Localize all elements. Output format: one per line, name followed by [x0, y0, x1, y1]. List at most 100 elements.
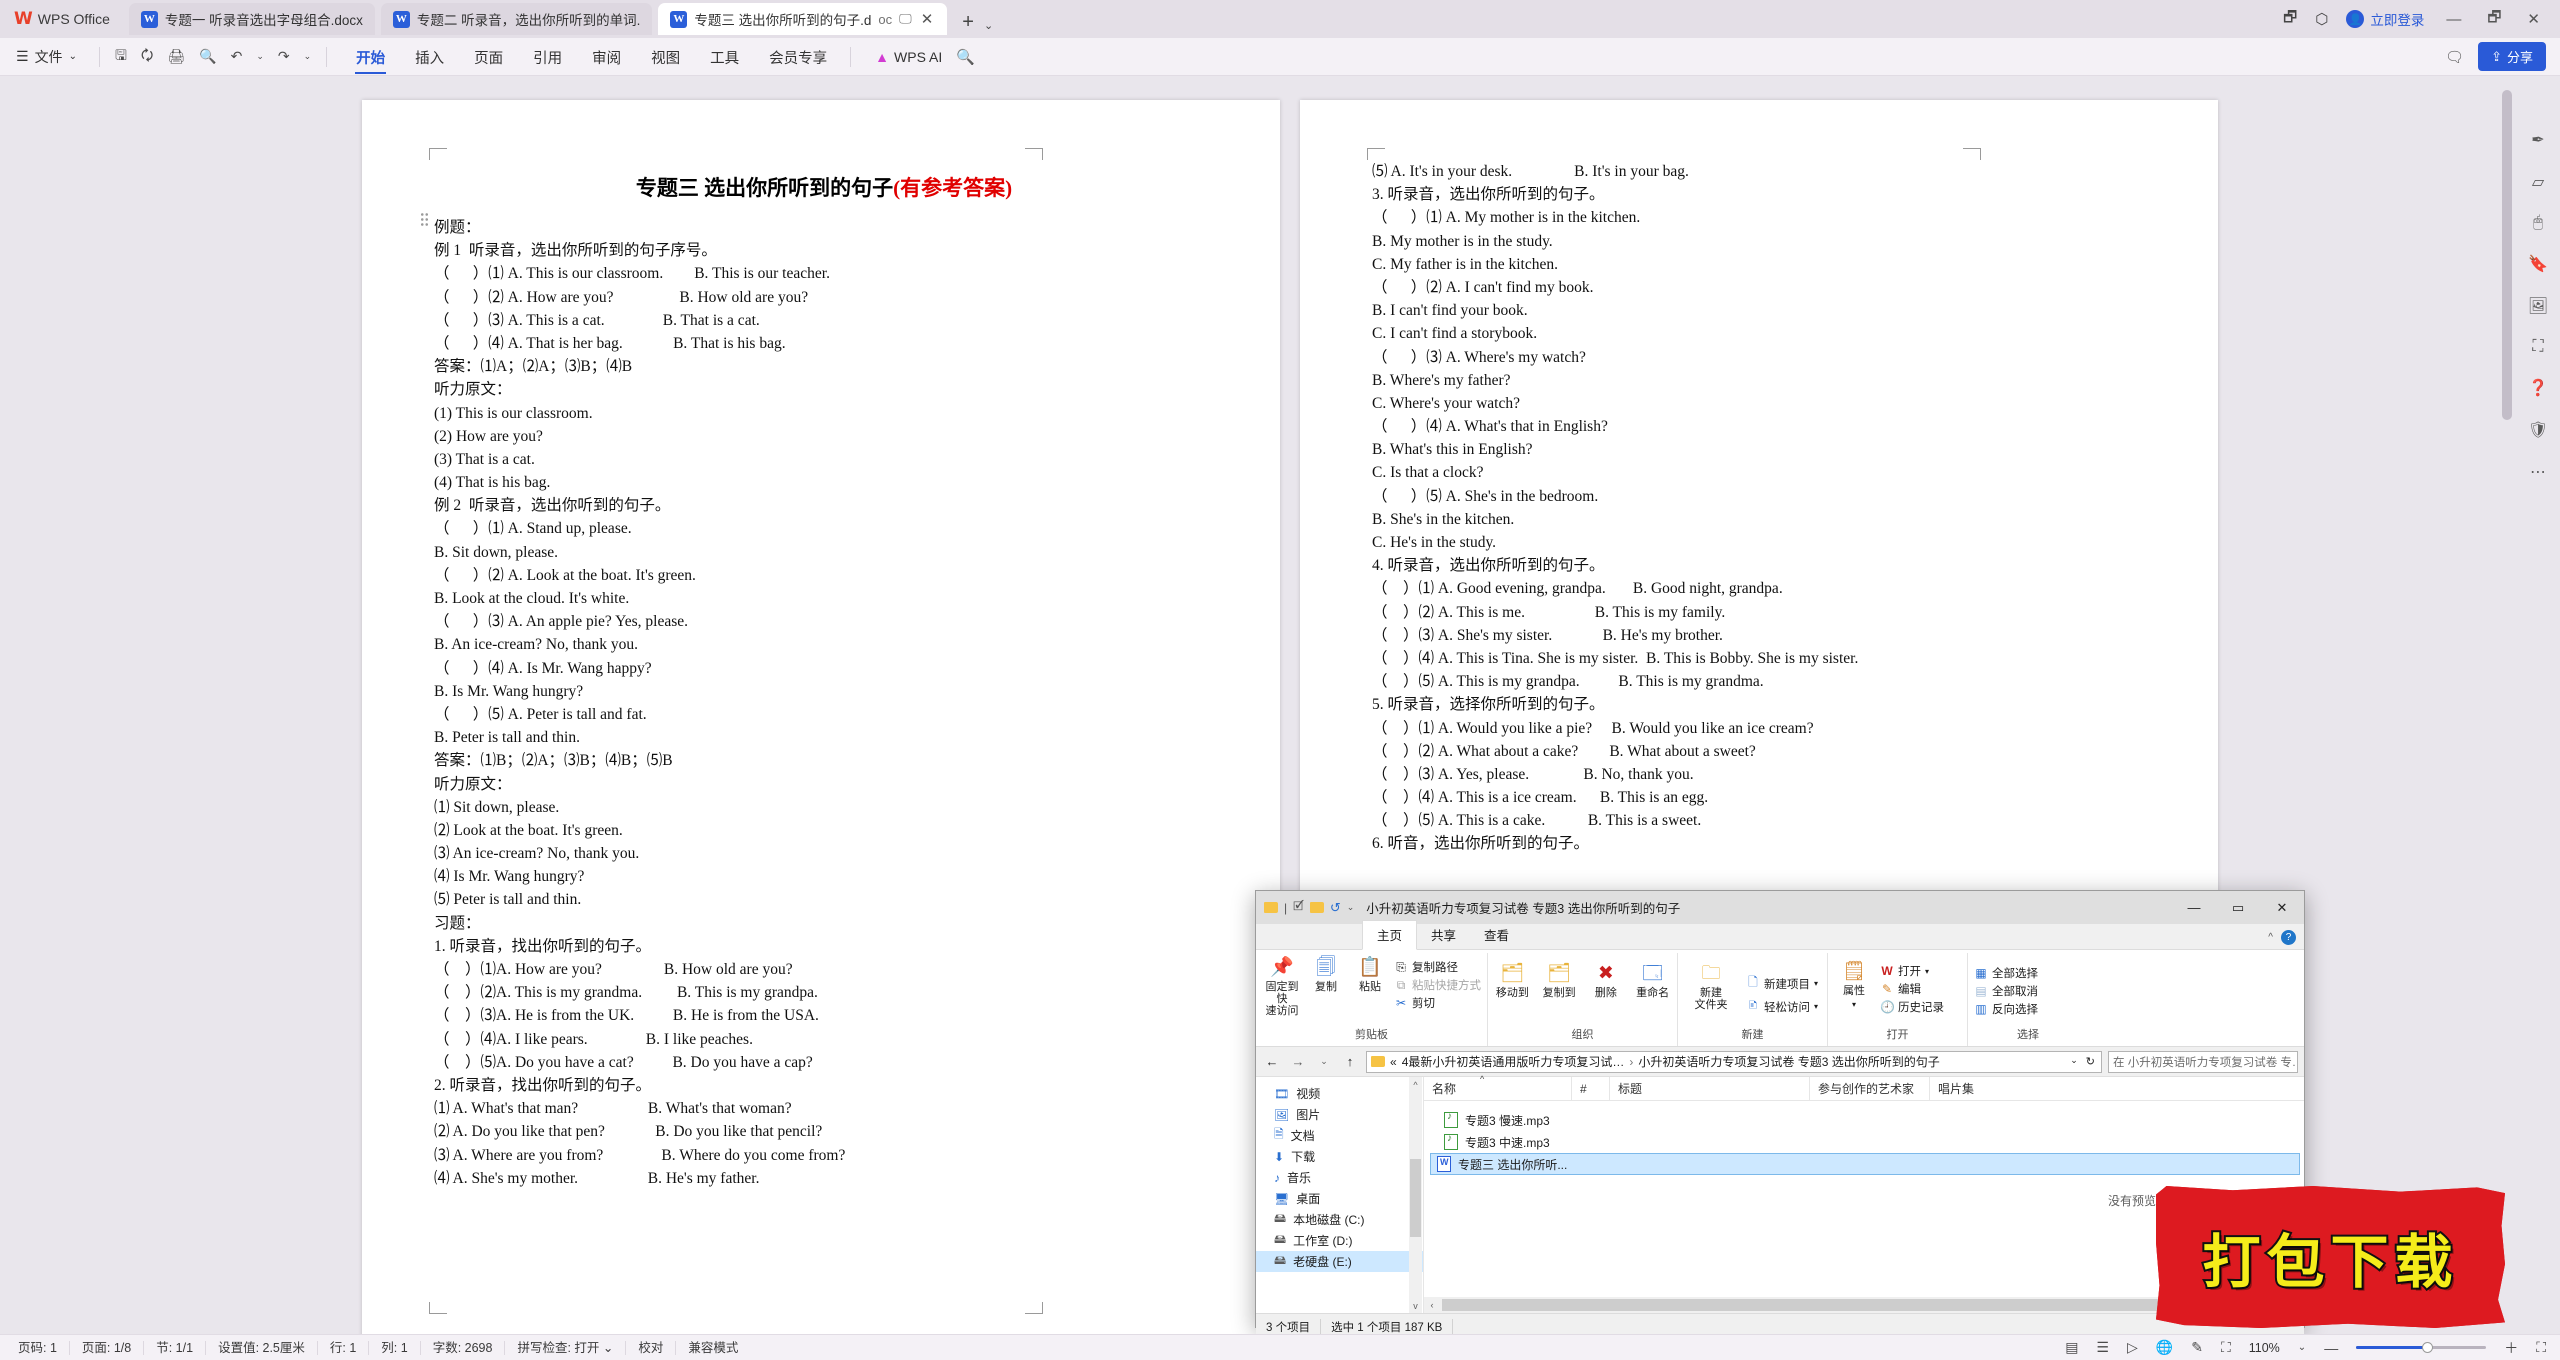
copy-window-icon[interactable]: 🗗	[2283, 7, 2297, 32]
explorer-tab-view[interactable]: 查看	[1470, 921, 1523, 949]
close-icon[interactable]: ✕	[2260, 892, 2304, 924]
paste-button[interactable]: 📋 粘贴	[1350, 957, 1390, 993]
nav-item-documents[interactable]: 🗎 文档	[1256, 1125, 1423, 1146]
status-page-count[interactable]: 页面: 1/8	[70, 1340, 145, 1355]
edit-button[interactable]: ✎ 编辑	[1880, 981, 1944, 997]
column-header-name[interactable]: 名称 ^	[1424, 1074, 1572, 1100]
refresh-icon[interactable]: ↻	[2086, 1055, 2095, 1068]
eraser-icon[interactable]: ▱	[2532, 172, 2544, 192]
maximize-icon[interactable]: ▭	[2216, 892, 2260, 924]
collapse-ribbon-icon[interactable]: ^	[2268, 932, 2273, 943]
minimize-icon[interactable]: —	[2172, 892, 2216, 924]
forward-icon[interactable]: →	[1288, 1054, 1308, 1069]
column-header-title[interactable]: 标题	[1610, 1077, 1810, 1100]
page-layout-icon[interactable]: ▤	[2065, 1339, 2078, 1356]
new-tab-button[interactable]: +	[950, 11, 984, 38]
file-row-selected[interactable]: 专题三 选出你所听...	[1430, 1153, 2300, 1175]
document-tab-1[interactable]: W 专题一 听录音选出字母组合.docx	[128, 3, 375, 35]
document-body-left[interactable]: 例题： 例 1 听录音，选出你所听到的句子序号。 （ ）⑴ A. This is o…	[434, 216, 1214, 1190]
shield-icon[interactable]: 🛡	[2528, 420, 2548, 440]
fullscreen-icon[interactable]: ⛶	[2536, 1339, 2546, 1356]
status-compat-mode[interactable]: 兼容模式	[676, 1341, 750, 1355]
search-icon[interactable]: 🔍	[942, 48, 975, 66]
maximize-icon[interactable]: 🗗	[2483, 7, 2505, 32]
search-input[interactable]: 在 小升初英语听力专项复习试卷 专… 🔎	[2108, 1050, 2298, 1073]
up-icon[interactable]: ↑	[1340, 1054, 1360, 1069]
login-button[interactable]: 👤 立即登录	[2346, 9, 2424, 29]
new-item-button[interactable]: 🗋 新建项目 ▾	[1746, 973, 1818, 994]
scrollbar-thumb[interactable]	[2502, 90, 2512, 420]
move-to-button[interactable]: 🗂 移动到	[1494, 963, 1531, 999]
breadcrumb-2[interactable]: 小升初英语听力专项复习试卷 专题3 选出你所听到的句子	[1638, 1053, 1939, 1070]
scrollbar-thumb[interactable]	[1410, 1159, 1421, 1237]
explorer-navigation-pane[interactable]: 🎞 视频 🖼 图片 🗎 文档 ⬇ 下载 ♪ 音乐 🖥 桌面 🖴 本地磁盘 (C:) 🖴 工作室 …	[1256, 1077, 1424, 1313]
reading-view-icon[interactable]: ▷	[2127, 1339, 2138, 1356]
paragraph-drag-handle[interactable]	[420, 212, 429, 227]
print-icon[interactable]: 🖨	[160, 48, 192, 65]
chevron-down-icon[interactable]: ⌄	[984, 19, 1001, 38]
monitor-icon[interactable]: 🖵	[899, 11, 912, 27]
properties-button[interactable]: 🗒 属性 ▾	[1834, 961, 1874, 1011]
ribbon-tab-start[interactable]: 开始	[341, 40, 400, 74]
nav-item-drive-c[interactable]: 🖴 本地磁盘 (C:)	[1256, 1209, 1423, 1230]
history-button[interactable]: 🕘 历史记录	[1880, 999, 1944, 1015]
file-menu-button[interactable]: ☰ 文件 ⌄	[0, 47, 91, 67]
ribbon-tab-review[interactable]: 审阅	[577, 40, 636, 74]
copy-button[interactable]: 🗐 复制	[1306, 957, 1346, 993]
status-column[interactable]: 列: 1	[369, 1340, 421, 1355]
scroll-left-icon[interactable]: ‹	[1424, 1300, 1440, 1310]
ribbon-tab-tools[interactable]: 工具	[695, 40, 754, 74]
new-folder-button[interactable]: 🗀 新建 文件夹	[1684, 963, 1738, 1011]
chevron-down-icon[interactable]: ▾	[1814, 1002, 1818, 1011]
scroll-down-icon[interactable]: v	[1409, 1298, 1422, 1313]
nav-item-music[interactable]: ♪ 音乐	[1256, 1167, 1423, 1188]
address-input[interactable]: « 4最新小升初英语通用版听力专项复习试… › 小升初英语听力专项复习试卷 专题…	[1366, 1050, 2102, 1073]
column-header-artist[interactable]: 参与创作的艺术家	[1810, 1077, 1930, 1100]
open-button[interactable]: W 打开 ▾	[1880, 963, 1944, 979]
status-setting-value[interactable]: 设置值: 2.5厘米	[206, 1340, 318, 1355]
zoom-out-icon[interactable]: —	[2324, 1340, 2338, 1356]
ink-pen-icon[interactable]: ✎	[2191, 1339, 2203, 1356]
rename-button[interactable]: 🗔 重命名	[1634, 963, 1671, 999]
status-word-count[interactable]: 字数: 2698	[421, 1340, 506, 1355]
nav-item-video[interactable]: 🎞 视频	[1256, 1083, 1423, 1104]
pin-to-quick-access-button[interactable]: 📌 固定到快 速访问	[1262, 957, 1302, 1017]
nav-item-drive-e[interactable]: 🖴 老硬盘 (E:)	[1256, 1251, 1423, 1272]
scroll-up-icon[interactable]: ^	[1409, 1077, 1422, 1092]
outline-view-icon[interactable]: ☰	[2096, 1339, 2109, 1356]
web-layout-icon[interactable]: 🌐	[2156, 1339, 2173, 1356]
select-all-button[interactable]: ▦ 全部选择	[1974, 965, 2038, 981]
column-header-track[interactable]: #	[1572, 1077, 1610, 1100]
breadcrumb-1[interactable]: 4最新小升初英语通用版听力专项复习试…	[1402, 1053, 1625, 1070]
ribbon-tab-page[interactable]: 页面	[459, 40, 518, 74]
ribbon-tab-view[interactable]: 视图	[636, 40, 695, 74]
quickbar-more-icon[interactable]: ⌄	[297, 51, 319, 62]
easy-access-button[interactable]: 🗈 轻松访问 ▾	[1746, 996, 1818, 1017]
copy-path-button[interactable]: ⎘ 复制路径	[1394, 959, 1481, 975]
minimize-icon[interactable]: —	[2442, 11, 2465, 28]
nav-item-drive-d[interactable]: 🖴 工作室 (D:)	[1256, 1230, 1423, 1251]
status-page-number[interactable]: 页码: 1	[0, 1340, 70, 1355]
undo-dropdown-icon[interactable]: ⌄	[249, 51, 271, 62]
chevron-down-icon[interactable]: ▾	[1814, 979, 1818, 988]
nav-scrollbar[interactable]: ^ v	[1409, 1077, 1422, 1313]
undo-quick-icon[interactable]: ↺	[1330, 900, 1341, 916]
print-preview-icon[interactable]: 🔍	[192, 48, 223, 65]
document-page-left[interactable]: 专题三 选出你所听到的句子(有参考答案) 例题： 例 1 听录音，选出你所听到的句…	[362, 100, 1280, 1360]
more-icon[interactable]: ⋯	[2530, 462, 2546, 482]
pen-icon[interactable]: ✒	[2531, 130, 2544, 150]
zoom-dropdown-icon[interactable]: ⌄	[2298, 1342, 2306, 1353]
document-body-right[interactable]: ⑸ A. It's in your desk. B. It's in your …	[1372, 160, 2172, 856]
zoom-knob[interactable]	[2422, 1342, 2434, 1353]
wps-brand[interactable]: W WPS Office	[0, 3, 126, 35]
nav-item-desktop[interactable]: 🖥 桌面	[1256, 1188, 1423, 1209]
help-icon[interactable]: ?	[2281, 930, 2296, 945]
zoom-track[interactable]	[2356, 1342, 2487, 1353]
explorer-tab-share[interactable]: 共享	[1417, 921, 1470, 949]
status-spellcheck[interactable]: 拼写检查: 打开 ⌄	[505, 1340, 627, 1355]
quick-access-caret-icon[interactable]: ⌄	[1347, 902, 1355, 913]
select-none-button[interactable]: ▤ 全部取消	[1974, 983, 2038, 999]
status-section[interactable]: 节: 1/1	[144, 1340, 207, 1355]
save-icon[interactable]: 🖫	[108, 45, 134, 69]
delete-button[interactable]: ✖ 删除	[1588, 963, 1625, 999]
